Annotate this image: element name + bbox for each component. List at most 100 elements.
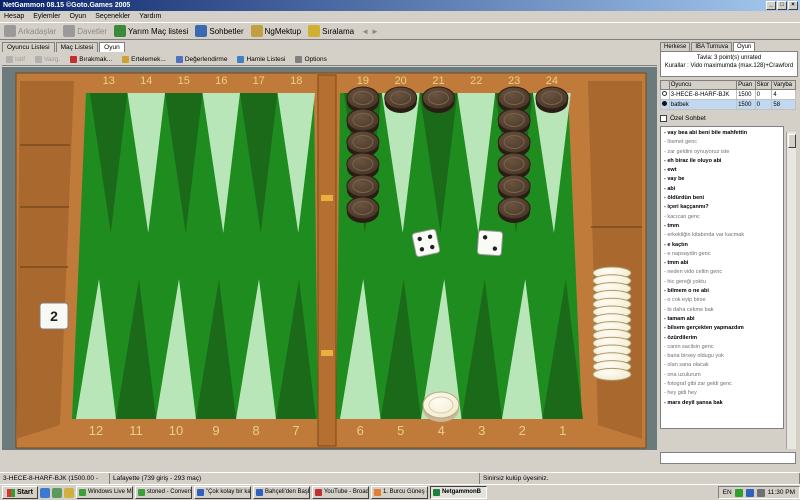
language-indicator[interactable]: EN [723, 489, 732, 496]
game-options-button[interactable]: Options [295, 55, 327, 63]
chat-scrollbar[interactable] [786, 132, 796, 449]
dark-checker[interactable] [535, 86, 569, 110]
dark-checker[interactable] [384, 86, 418, 110]
game-hamle-listesi-button[interactable]: Hamle Listesi [237, 55, 285, 63]
backgammon-board[interactable]: 13 14 15 16 17 18 19 20 21 22 23 24 12 11 10 9 8 7 6 5 4 3 2 1 2 [2, 67, 657, 450]
taskbar-item-label: Bahçeli'den Başbakan'a ... [264, 489, 309, 495]
point-number-top: 23 [508, 75, 520, 87]
toolbar-label: Sohbetler [209, 26, 244, 36]
chat-message: - zar geldini oynuyoruz iste [664, 148, 730, 155]
menu-item-3[interactable]: Seçenekler [95, 11, 130, 22]
taskbar-item-1[interactable]: stoned - Conversation [134, 486, 192, 499]
point-number-bottom: 2 [519, 423, 526, 438]
game-de-erlendirme-button[interactable]: Değerlendirme [175, 55, 227, 63]
chat-input[interactable] [660, 452, 796, 464]
dark-checker[interactable] [346, 196, 380, 220]
dark-checker[interactable] [346, 152, 380, 176]
players-header-2[interactable]: Puan [736, 80, 756, 90]
toolbar-sohbetler-button[interactable]: Sohbetler [195, 25, 244, 37]
chat-message: - kacıcan genc [664, 213, 700, 220]
taskbar-item-4[interactable]: YouTube - Broadcast You... [311, 486, 369, 499]
volume-tray-icon[interactable] [756, 488, 765, 497]
player-rating: 1500 [736, 89, 756, 100]
taskbar-item-5[interactable]: 1. Burcu Güneş - Sahilde... [370, 486, 428, 499]
dark-checker[interactable] [422, 86, 455, 110]
taskbar-item-2[interactable]: "Çok kolay bir karar değil... [193, 486, 251, 499]
maximize-button[interactable]: □ [777, 1, 787, 10]
die-2[interactable] [476, 229, 504, 257]
point-number-bottom: 6 [357, 423, 364, 438]
dark-checker[interactable] [346, 174, 380, 198]
network-tray-icon[interactable] [745, 488, 754, 497]
point-number-top: 18 [290, 75, 302, 87]
players-header-3[interactable]: Skor [754, 80, 773, 90]
game-i-stif-button[interactable]: İstif [6, 55, 25, 63]
window-title-bar[interactable]: NetGammon 08.15 ©Goto.Games 2005 _ □ × [0, 0, 800, 11]
i-stif-icon [6, 55, 13, 63]
explorer-quicklaunch-icon[interactable] [63, 487, 74, 498]
game-ertelemek-button[interactable]: Ertelemek... [122, 55, 166, 63]
taskbar-item-0[interactable]: Windows Live Messenger [75, 486, 133, 499]
menu-item-4[interactable]: Yardım [139, 11, 161, 22]
dark-checker[interactable] [497, 196, 531, 220]
minimize-button[interactable]: _ [766, 1, 776, 10]
dark-checker[interactable] [497, 152, 531, 176]
game-vazg-button[interactable]: Vazg. [35, 55, 60, 63]
right-tab-iba-turnuva[interactable]: IBA Turnuva [691, 42, 733, 51]
players-header-4[interactable]: Varyba [771, 80, 796, 90]
match-type: Tavla: 3 point(s) unrated [696, 55, 762, 61]
right-tab-herkese[interactable]: Herkese [660, 42, 691, 51]
ranking-icon [308, 25, 321, 37]
toolbar-arkada-lar-button[interactable]: Arkadaşlar [4, 25, 56, 37]
players-header-1[interactable]: Oyuncu [668, 80, 738, 90]
toolbar-yar-m-ma-listesi-button[interactable]: Yarım Maç listesi [114, 25, 188, 37]
dark-checker[interactable] [346, 130, 380, 154]
chat-message: - özürdilerim [664, 334, 698, 341]
ie-quicklaunch-icon[interactable] [39, 487, 50, 498]
players-header-0[interactable] [660, 80, 670, 90]
chat-message: - fotograf gibi zar geldi genc [664, 381, 732, 388]
dark-checker[interactable] [497, 108, 531, 132]
tab-oyuncu-listesi[interactable]: Oyuncu Listesi [2, 42, 55, 52]
dark-checker[interactable] [346, 86, 380, 110]
private-chat-toggle[interactable]: Özel Sohbet [660, 115, 798, 122]
game-b-rakmak-button[interactable]: Bırakmak... [70, 55, 112, 63]
toolbar-ngmektup-button[interactable]: NgMektup [250, 25, 301, 37]
toolbar-s-ralama-button[interactable]: Sıralama [308, 25, 354, 37]
toolbar-nav-arrows[interactable]: ◄ ► [361, 27, 379, 36]
start-label: Start [17, 489, 33, 496]
menu-item-1[interactable]: Eylemler [33, 11, 60, 22]
windows-taskbar: Start Windows Live Messenger stoned - Con… [0, 484, 800, 500]
player-row[interactable]: batbek 1500 0 58 [660, 99, 796, 110]
white-checker-icon [662, 91, 667, 96]
chat-log[interactable]: - vay bea abi beni bile mahfettin - lösme… [660, 126, 784, 429]
start-button[interactable]: Start [2, 486, 38, 499]
menu-item-0[interactable]: Hesap [4, 11, 24, 22]
hinge-icon [321, 195, 333, 201]
hamle-listesi-icon [237, 55, 245, 63]
board-canvas[interactable]: 13 14 15 16 17 18 19 20 21 22 23 2412 11 10 9 8 7 6 5 4 3 2 12 [2, 67, 657, 450]
toolbar-davetler-button[interactable]: Davetler [63, 25, 107, 37]
white-checker[interactable] [422, 391, 460, 419]
dark-checker[interactable] [497, 130, 531, 154]
point-number-top: 13 [103, 75, 115, 87]
private-chat-checkbox[interactable] [660, 115, 667, 122]
tab-ma-listesi[interactable]: Maç Listesi [55, 42, 99, 52]
taskbar-item-6[interactable]: NetgammonB [429, 486, 487, 499]
chat-message: - bilmem o ne abi [664, 288, 709, 295]
windows-logo-icon [7, 488, 15, 497]
dark-checker[interactable] [497, 174, 531, 198]
chat-scroll-thumb[interactable] [788, 134, 796, 148]
chat-message: - eh biraz ile oluyo abi [664, 157, 722, 164]
taskbar-item-3[interactable]: Bahçeli'den Başbakan'a ... [252, 486, 310, 499]
dark-checker[interactable] [346, 108, 380, 132]
tab-oyun[interactable]: Oyun [99, 42, 125, 52]
close-button[interactable]: × [788, 1, 798, 10]
messenger-tray-icon[interactable] [734, 488, 743, 497]
dark-checker[interactable] [497, 86, 531, 110]
menu-item-2[interactable]: Oyun [69, 11, 86, 22]
right-tab-oyun[interactable]: Oyun [733, 42, 756, 51]
die-1[interactable] [411, 228, 441, 258]
desktop-quicklaunch-icon[interactable] [51, 487, 62, 498]
player-row[interactable]: 3-HECE-8-HARF-BJK 1500 0 4 [660, 89, 796, 100]
